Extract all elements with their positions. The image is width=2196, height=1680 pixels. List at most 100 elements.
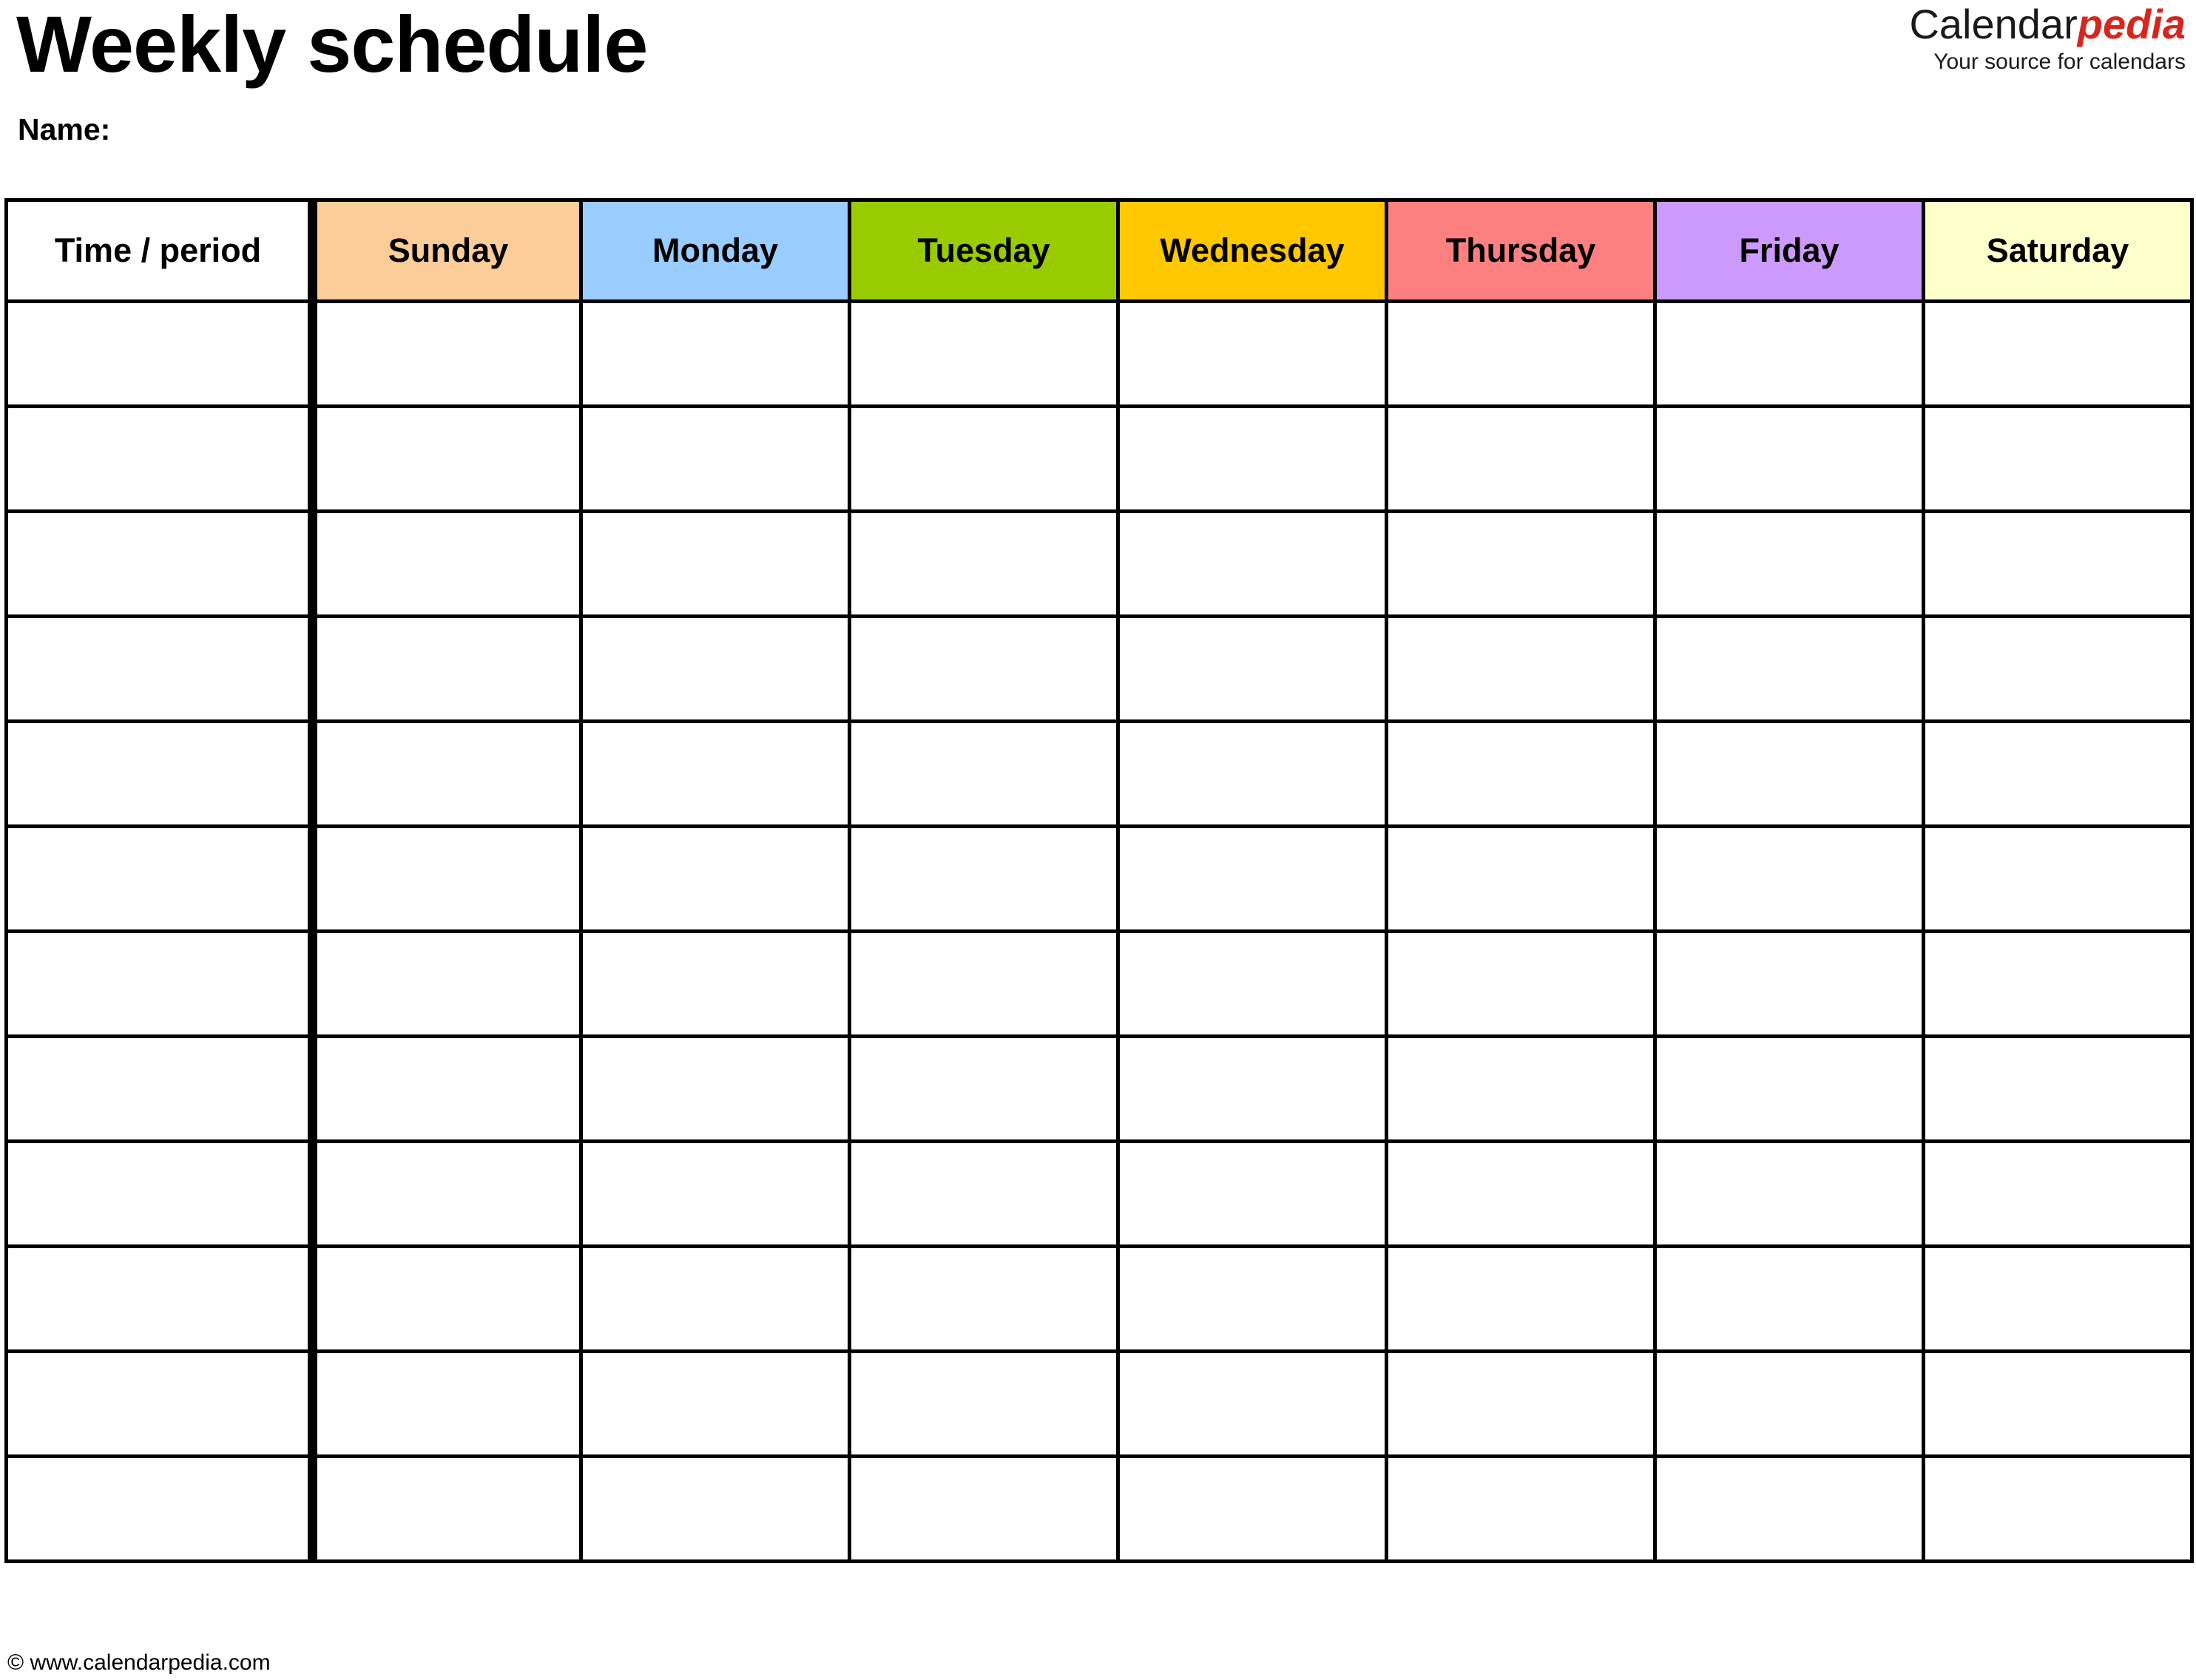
schedule-entry-cell[interactable] [848,1139,1120,1248]
schedule-entry-cell[interactable] [1385,1349,1657,1458]
schedule-entry-cell[interactable] [579,1034,851,1143]
schedule-entry-cell[interactable] [1385,404,1657,513]
schedule-entry-cell[interactable] [579,929,851,1038]
schedule-entry-cell[interactable] [1653,299,1925,408]
schedule-entry-cell[interactable] [579,614,851,723]
schedule-entry-cell[interactable] [311,1454,583,1563]
schedule-entry-cell[interactable] [1653,614,1925,723]
schedule-entry-cell[interactable] [579,509,851,618]
schedule-entry-cell[interactable] [1116,1034,1388,1143]
schedule-entry-cell[interactable] [1653,1349,1925,1458]
schedule-entry-cell[interactable] [848,1349,1120,1458]
schedule-entry-cell[interactable] [311,1139,583,1248]
schedule-entry-cell[interactable] [848,404,1120,513]
schedule-entry-cell[interactable] [1116,929,1388,1038]
schedule-entry-cell[interactable] [848,929,1120,1038]
time-period-cell[interactable] [4,299,317,408]
schedule-entry-cell[interactable] [848,1454,1120,1563]
schedule-entry-cell[interactable] [579,1349,851,1458]
schedule-entry-cell[interactable] [1385,719,1657,828]
schedule-entry-cell[interactable] [848,1244,1120,1353]
schedule-entry-cell[interactable] [1922,1244,2194,1353]
schedule-entry-cell[interactable] [1922,719,2194,828]
schedule-entry-cell[interactable] [848,509,1120,618]
schedule-entry-cell[interactable] [1116,1349,1388,1458]
time-period-cell[interactable] [4,509,317,618]
schedule-entry-cell[interactable] [1653,1244,1925,1353]
schedule-entry-cell[interactable] [1922,509,2194,618]
schedule-entry-cell[interactable] [848,1034,1120,1143]
schedule-entry-cell[interactable] [311,929,583,1038]
schedule-entry-cell[interactable] [311,1349,583,1458]
schedule-entry-cell[interactable] [579,719,851,828]
schedule-entry-cell[interactable] [848,824,1120,933]
schedule-entry-cell[interactable] [311,824,583,933]
schedule-entry-cell[interactable] [1385,299,1657,408]
column-header-monday: Monday [579,198,851,303]
schedule-entry-cell[interactable] [1385,824,1657,933]
schedule-entry-cell[interactable] [311,614,583,723]
time-period-cell[interactable] [4,1139,317,1248]
schedule-entry-cell[interactable] [1922,929,2194,1038]
schedule-entry-cell[interactable] [579,1244,851,1353]
schedule-entry-cell[interactable] [1385,929,1657,1038]
column-header-friday: Friday [1653,198,1925,303]
schedule-entry-cell[interactable] [1922,614,2194,723]
schedule-entry-cell[interactable] [848,299,1120,408]
time-period-cell[interactable] [4,404,317,513]
schedule-entry-cell[interactable] [311,1034,583,1143]
schedule-entry-cell[interactable] [579,299,851,408]
schedule-entry-cell[interactable] [1922,1349,2194,1458]
schedule-entry-cell[interactable] [1653,1454,1925,1563]
time-period-cell[interactable] [4,719,317,828]
schedule-entry-cell[interactable] [311,1244,583,1353]
schedule-entry-cell[interactable] [579,404,851,513]
time-period-cell[interactable] [4,1349,317,1458]
schedule-entry-cell[interactable] [1653,1034,1925,1143]
schedule-entry-cell[interactable] [1116,1454,1388,1563]
schedule-entry-cell[interactable] [1385,509,1657,618]
schedule-entry-cell[interactable] [579,1454,851,1563]
schedule-entry-cell[interactable] [1922,1139,2194,1248]
schedule-entry-cell[interactable] [1653,824,1925,933]
schedule-entry-cell[interactable] [1922,1034,2194,1143]
time-period-cell[interactable] [4,1244,317,1353]
schedule-entry-cell[interactable] [311,404,583,513]
schedule-entry-cell[interactable] [311,509,583,618]
schedule-entry-cell[interactable] [1116,719,1388,828]
schedule-entry-cell[interactable] [1385,614,1657,723]
schedule-row [4,1139,2194,1248]
schedule-entry-cell[interactable] [848,614,1120,723]
schedule-entry-cell[interactable] [311,719,583,828]
schedule-entry-cell[interactable] [1653,509,1925,618]
schedule-entry-cell[interactable] [1116,614,1388,723]
schedule-header-row-group: Time / period Sunday Monday Tuesday Wednesda… [4,198,2194,303]
schedule-entry-cell[interactable] [1922,1454,2194,1563]
time-period-cell[interactable] [4,824,317,933]
time-period-cell[interactable] [4,929,317,1038]
schedule-entry-cell[interactable] [1922,299,2194,408]
schedule-entry-cell[interactable] [1116,1139,1388,1248]
schedule-entry-cell[interactable] [579,824,851,933]
schedule-entry-cell[interactable] [1922,824,2194,933]
schedule-entry-cell[interactable] [1653,929,1925,1038]
schedule-entry-cell[interactable] [1653,719,1925,828]
schedule-entry-cell[interactable] [1385,1034,1657,1143]
schedule-entry-cell[interactable] [848,719,1120,828]
schedule-entry-cell[interactable] [1116,824,1388,933]
schedule-entry-cell[interactable] [579,1139,851,1248]
time-period-cell[interactable] [4,1454,317,1563]
schedule-entry-cell[interactable] [1116,509,1388,618]
schedule-entry-cell[interactable] [1653,404,1925,513]
schedule-entry-cell[interactable] [1653,1139,1925,1248]
schedule-entry-cell[interactable] [311,299,583,408]
time-period-cell[interactable] [4,1034,317,1143]
schedule-entry-cell[interactable] [1116,1244,1388,1353]
schedule-entry-cell[interactable] [1116,404,1388,513]
schedule-entry-cell[interactable] [1385,1244,1657,1353]
schedule-entry-cell[interactable] [1922,404,2194,513]
schedule-entry-cell[interactable] [1385,1454,1657,1563]
time-period-cell[interactable] [4,614,317,723]
schedule-entry-cell[interactable] [1385,1139,1657,1248]
schedule-entry-cell[interactable] [1116,299,1388,408]
